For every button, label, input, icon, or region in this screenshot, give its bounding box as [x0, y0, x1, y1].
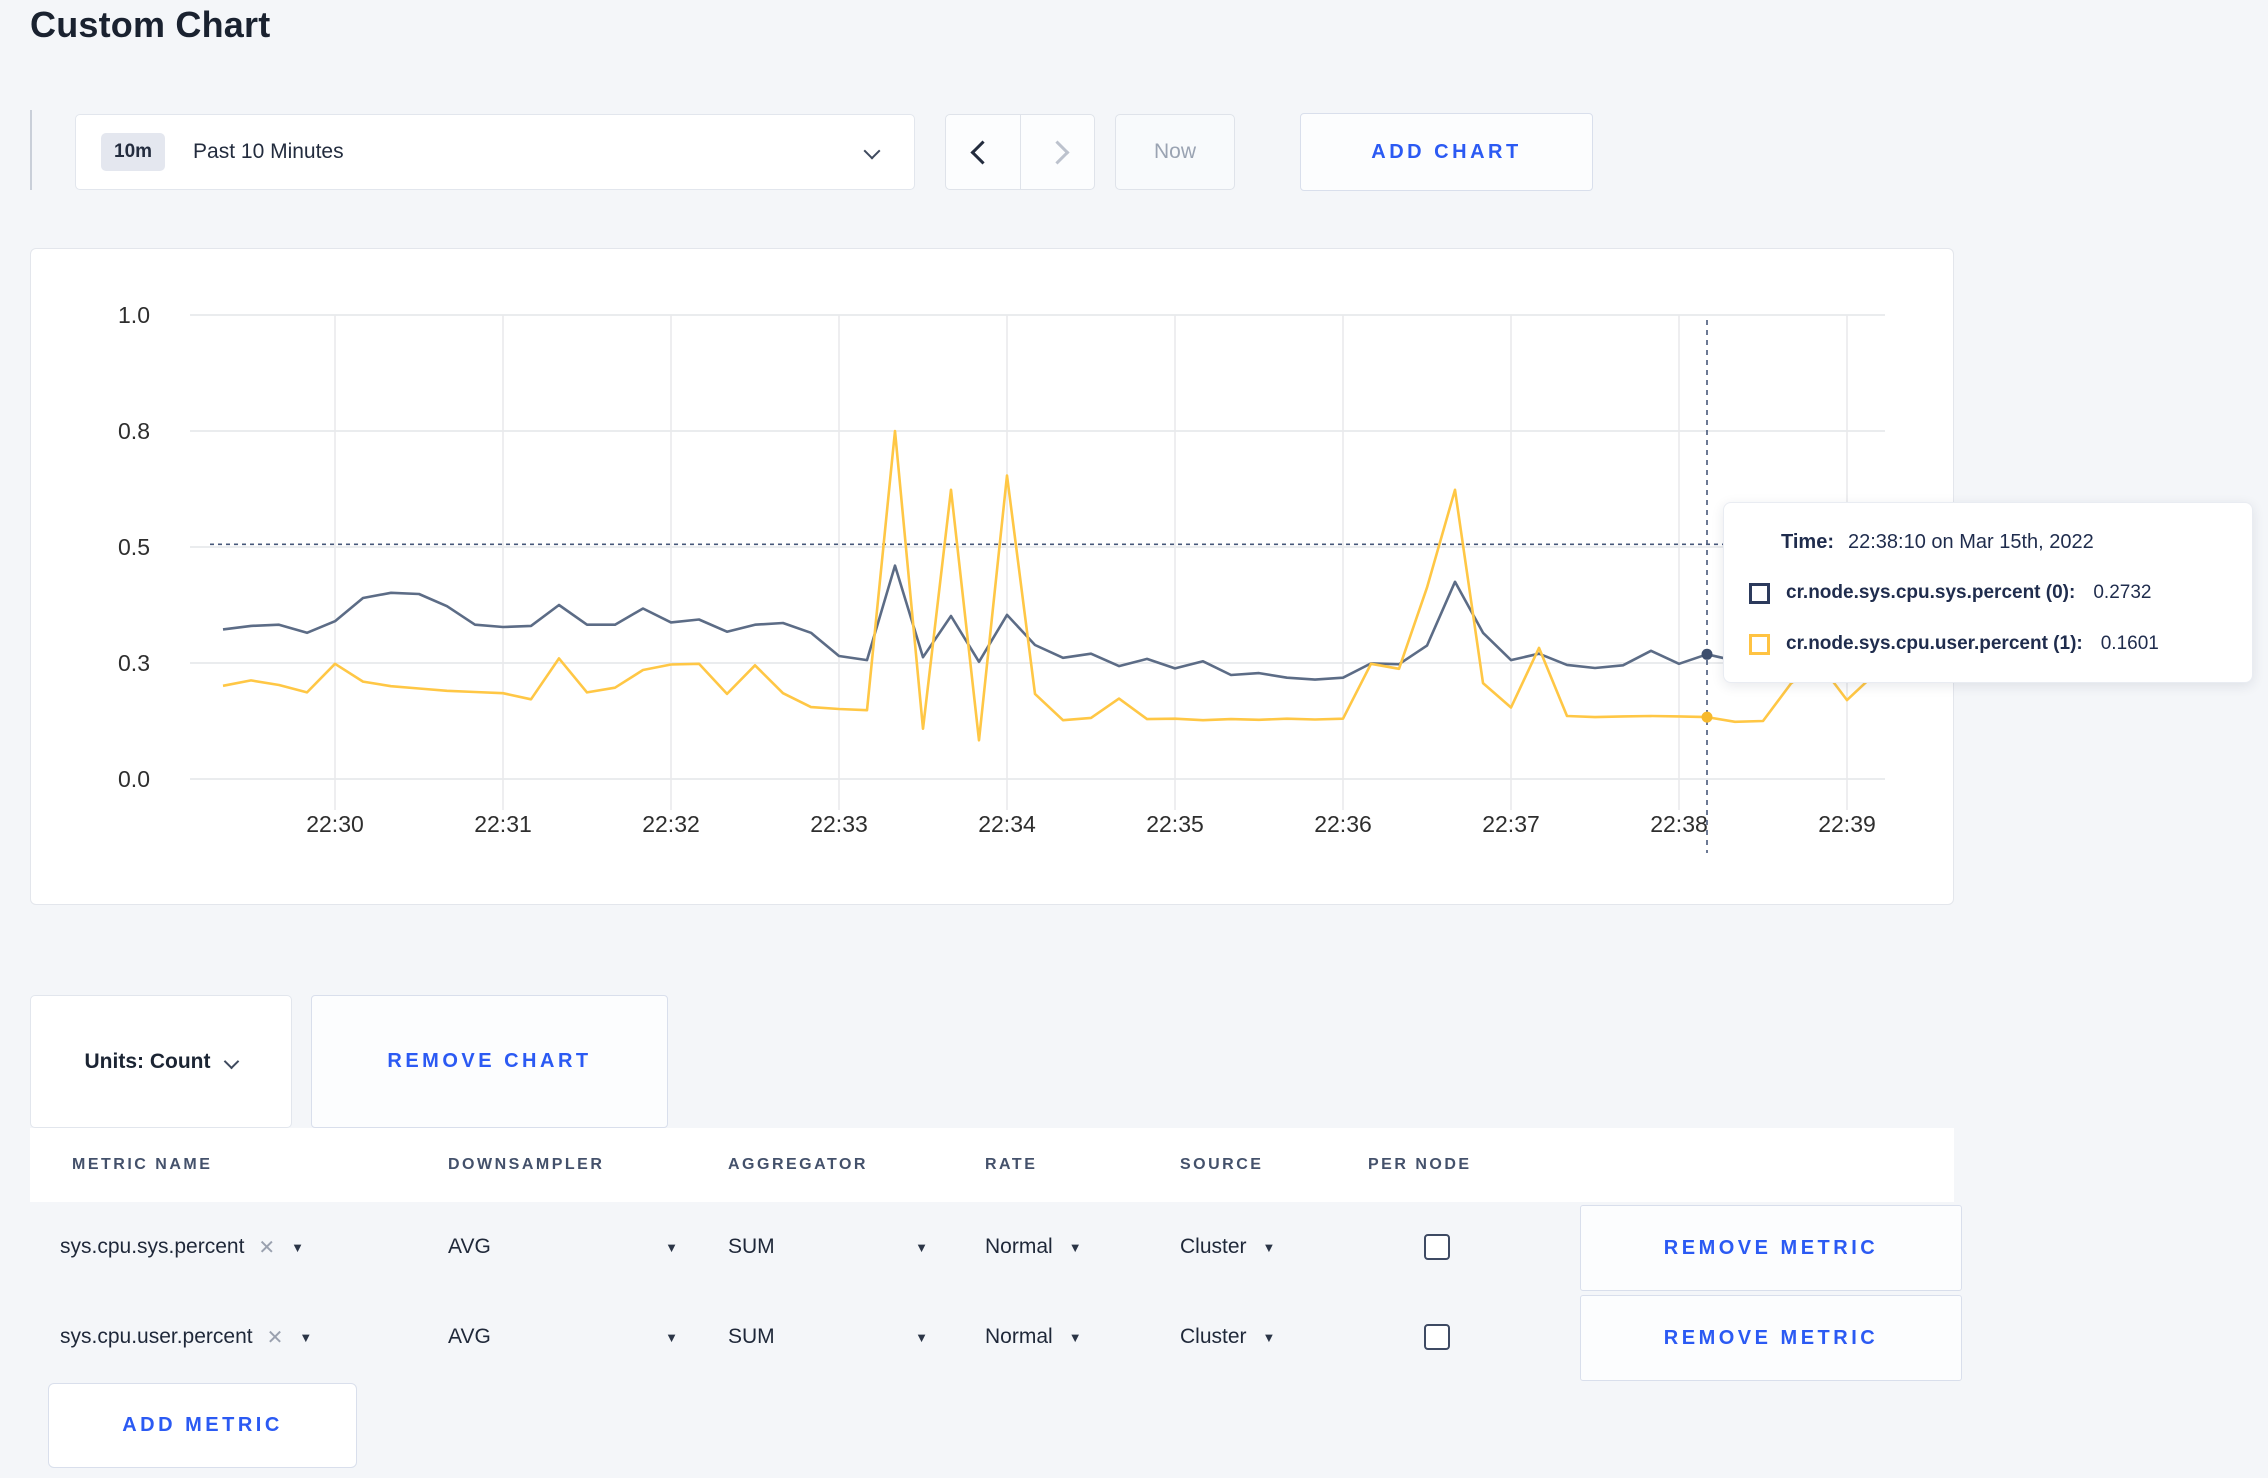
dropdown-caret-icon: ▼ [915, 1239, 928, 1255]
add-metric-button[interactable]: ADD METRIC [48, 1383, 357, 1468]
time-range-badge: 10m [101, 133, 166, 171]
dropdown-caret-icon: ▼ [915, 1329, 928, 1345]
time-range-label: Past 10 Minutes [193, 140, 344, 163]
page-title: Custom Chart [30, 4, 271, 45]
rate-value: Normal [985, 1325, 1053, 1348]
chart-panel[interactable] [30, 248, 1954, 905]
aggregator-value: SUM [728, 1325, 775, 1348]
dropdown-caret-icon: ▼ [1262, 1329, 1276, 1345]
metric-name-select[interactable]: sys.cpu.user.percent ✕ ▼ [60, 1292, 312, 1382]
rate-select[interactable]: Normal ▼ [985, 1292, 1082, 1382]
next-time-button[interactable] [1021, 115, 1095, 189]
chevron-left-icon [970, 139, 995, 165]
user-series-swatch-icon [1749, 633, 1770, 655]
rate-value: Normal [985, 1235, 1053, 1258]
metrics-table-header: METRIC NAME DOWNSAMPLER AGGREGATOR RATE … [30, 1128, 1954, 1202]
tooltip-series-sys: cr.node.sys.cpu.sys.percent (0): 0.2732 [1749, 582, 2151, 604]
source-value: Cluster [1180, 1235, 1247, 1258]
remove-metric-button[interactable]: REMOVE METRIC [1580, 1295, 1962, 1381]
rate-select[interactable]: Normal ▼ [985, 1202, 1082, 1292]
remove-metric-button[interactable]: REMOVE METRIC [1580, 1205, 1962, 1291]
add-chart-button[interactable]: ADD CHART [1300, 113, 1593, 191]
tooltip-sys-label: cr.node.sys.cpu.sys.percent (0): [1786, 582, 2076, 603]
downsampler-value: AVG [448, 1235, 491, 1258]
chevron-right-icon [1045, 139, 1070, 165]
dropdown-caret-icon[interactable]: ▼ [291, 1240, 304, 1255]
downsampler-select[interactable]: AVG ▼ [448, 1292, 678, 1382]
units-label: Units: Count [84, 1049, 211, 1073]
clear-metric-icon[interactable]: ✕ [267, 1325, 284, 1350]
remove-chart-button[interactable]: REMOVE CHART [311, 995, 668, 1128]
metric-name-text: sys.cpu.sys.percent [60, 1235, 245, 1258]
tooltip-sys-value: 0.2732 [2093, 582, 2152, 603]
metric-name-select[interactable]: sys.cpu.sys.percent ✕ ▼ [60, 1202, 304, 1292]
source-value: Cluster [1180, 1325, 1247, 1348]
aggregator-value: SUM [728, 1235, 775, 1258]
aggregator-select[interactable]: SUM ▼ [728, 1292, 928, 1382]
tooltip-series-user: cr.node.sys.cpu.user.percent (1): 0.1601 [1749, 633, 2159, 655]
per-node-cell [1424, 1292, 1450, 1382]
metric-name-text: sys.cpu.user.percent [60, 1325, 253, 1348]
header-downsampler: DOWNSAMPLER [448, 1156, 605, 1173]
per-node-cell [1424, 1202, 1450, 1292]
header-source: SOURCE [1180, 1156, 1264, 1173]
now-button[interactable]: Now [1115, 114, 1235, 190]
chart-tooltip: Time: 22:38:10 on Mar 15th, 2022 cr.node.… [1723, 502, 2253, 683]
dropdown-caret-icon: ▼ [665, 1329, 678, 1345]
per-node-checkbox[interactable] [1424, 1324, 1450, 1350]
source-select[interactable]: Cluster ▼ [1180, 1292, 1275, 1382]
header-rate: RATE [985, 1156, 1038, 1173]
header-metric-name: METRIC NAME [72, 1156, 213, 1173]
header-aggregator: AGGREGATOR [728, 1156, 868, 1173]
tooltip-time: Time: 22:38:10 on Mar 15th, 2022 [1781, 531, 2094, 554]
chevron-down-icon [863, 142, 881, 160]
tooltip-time-value: 22:38:10 on Mar 15th, 2022 [1847, 531, 2094, 553]
prev-time-button[interactable] [946, 115, 1021, 189]
time-range-dropdown[interactable]: 10m Past 10 Minutes [75, 114, 915, 190]
custom-chart-page: Custom Chart 10m Past 10 Minutes Now ADD… [0, 0, 2268, 1478]
aggregator-select[interactable]: SUM ▼ [728, 1202, 928, 1292]
units-dropdown[interactable]: Units: Count [30, 995, 292, 1128]
dropdown-caret-icon: ▼ [1068, 1329, 1082, 1345]
clear-metric-icon[interactable]: ✕ [258, 1235, 275, 1260]
header-per-node: PER NODE [1368, 1156, 1472, 1173]
toolbar-divider [30, 110, 32, 190]
downsampler-value: AVG [448, 1325, 491, 1348]
tooltip-user-value: 0.1601 [2100, 633, 2159, 654]
per-node-checkbox[interactable] [1424, 1234, 1450, 1260]
dropdown-caret-icon: ▼ [1068, 1239, 1082, 1255]
tooltip-time-label: Time: [1781, 531, 1834, 553]
tooltip-user-label: cr.node.sys.cpu.user.percent (1): [1786, 633, 2083, 654]
dropdown-caret-icon: ▼ [1262, 1239, 1276, 1255]
downsampler-select[interactable]: AVG ▼ [448, 1202, 678, 1292]
source-select[interactable]: Cluster ▼ [1180, 1202, 1275, 1292]
dropdown-caret-icon[interactable]: ▼ [299, 1330, 312, 1345]
dropdown-caret-icon: ▼ [665, 1239, 678, 1255]
time-pager [945, 114, 1095, 190]
sys-series-swatch-icon [1749, 582, 1770, 604]
chevron-down-icon [224, 1053, 240, 1070]
